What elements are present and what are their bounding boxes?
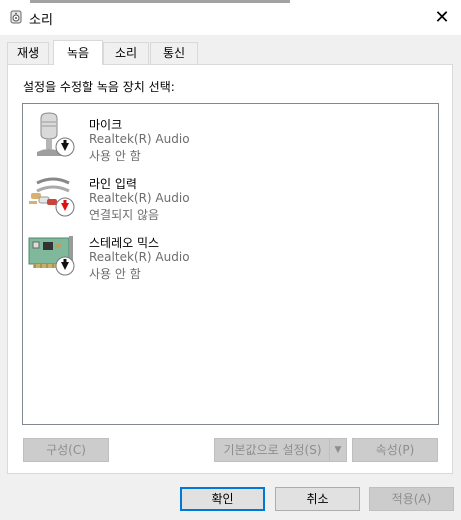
device-list[interactable]: 마이크 Realtek(R) Audio 사용 안 함 라인 입력 Realte… — [22, 103, 439, 425]
cancel-button[interactable]: 취소 — [275, 487, 360, 511]
device-item-microphone[interactable]: 마이크 Realtek(R) Audio 사용 안 함 — [27, 110, 247, 166]
speaker-icon — [10, 10, 22, 24]
device-name: 스테레오 믹스 — [89, 236, 160, 250]
device-status: 사용 안 함 — [89, 267, 141, 281]
background-window-strip — [30, 0, 290, 3]
set-default-label: 기본값으로 설정(S) — [223, 443, 322, 457]
unplugged-red-arrow-icon — [55, 197, 75, 217]
instruction-label: 설정을 수정할 녹음 장치 선택: — [23, 80, 175, 94]
device-driver: Realtek(R) Audio — [89, 132, 190, 146]
device-driver: Realtek(R) Audio — [89, 191, 190, 205]
tab-recording[interactable]: 녹음 — [53, 40, 103, 65]
device-item-stereo-mix[interactable]: 스테레오 믹스 Realtek(R) Audio 사용 안 함 — [27, 228, 247, 284]
disabled-down-arrow-icon — [55, 256, 75, 276]
close-button[interactable]: ✕ — [423, 0, 461, 35]
ok-label: 확인 — [211, 492, 234, 506]
properties-button[interactable]: 속성(P) — [352, 438, 438, 462]
title-bar: 소리 ✕ — [0, 0, 461, 35]
tab-communications[interactable]: 통신 — [150, 42, 198, 64]
tab-label: 재생 — [16, 46, 40, 60]
device-status: 연결되지 않음 — [89, 208, 160, 222]
chevron-down-icon[interactable]: ▼ — [329, 439, 346, 461]
properties-label: 속성(P) — [375, 443, 415, 457]
device-name: 라인 입력 — [89, 177, 137, 191]
tab-sounds[interactable]: 소리 — [103, 42, 149, 64]
device-name: 마이크 — [89, 118, 123, 132]
device-status: 사용 안 함 — [89, 149, 141, 163]
window-title: 소리 — [29, 13, 53, 28]
device-item-line-in[interactable]: 라인 입력 Realtek(R) Audio 연결되지 않음 — [27, 169, 247, 225]
line-in-cable-icon — [29, 177, 75, 217]
set-default-button[interactable]: 기본값으로 설정(S) ▼ — [214, 438, 347, 462]
close-icon: ✕ — [434, 7, 450, 28]
apply-label: 적용(A) — [391, 492, 432, 506]
ok-button[interactable]: 확인 — [180, 487, 265, 511]
device-driver: Realtek(R) Audio — [89, 250, 190, 264]
apply-button[interactable]: 적용(A) — [369, 487, 454, 511]
tab-label: 녹음 — [66, 46, 90, 60]
cancel-label: 취소 — [306, 492, 329, 506]
configure-label: 구성(C) — [46, 443, 86, 457]
configure-button[interactable]: 구성(C) — [23, 438, 109, 462]
tab-label: 소리 — [114, 46, 138, 60]
disabled-down-arrow-icon — [55, 137, 75, 157]
sound-card-icon — [28, 236, 75, 276]
microphone-icon — [37, 112, 75, 157]
tab-label: 통신 — [162, 46, 186, 60]
tab-playback[interactable]: 재생 — [7, 42, 49, 64]
